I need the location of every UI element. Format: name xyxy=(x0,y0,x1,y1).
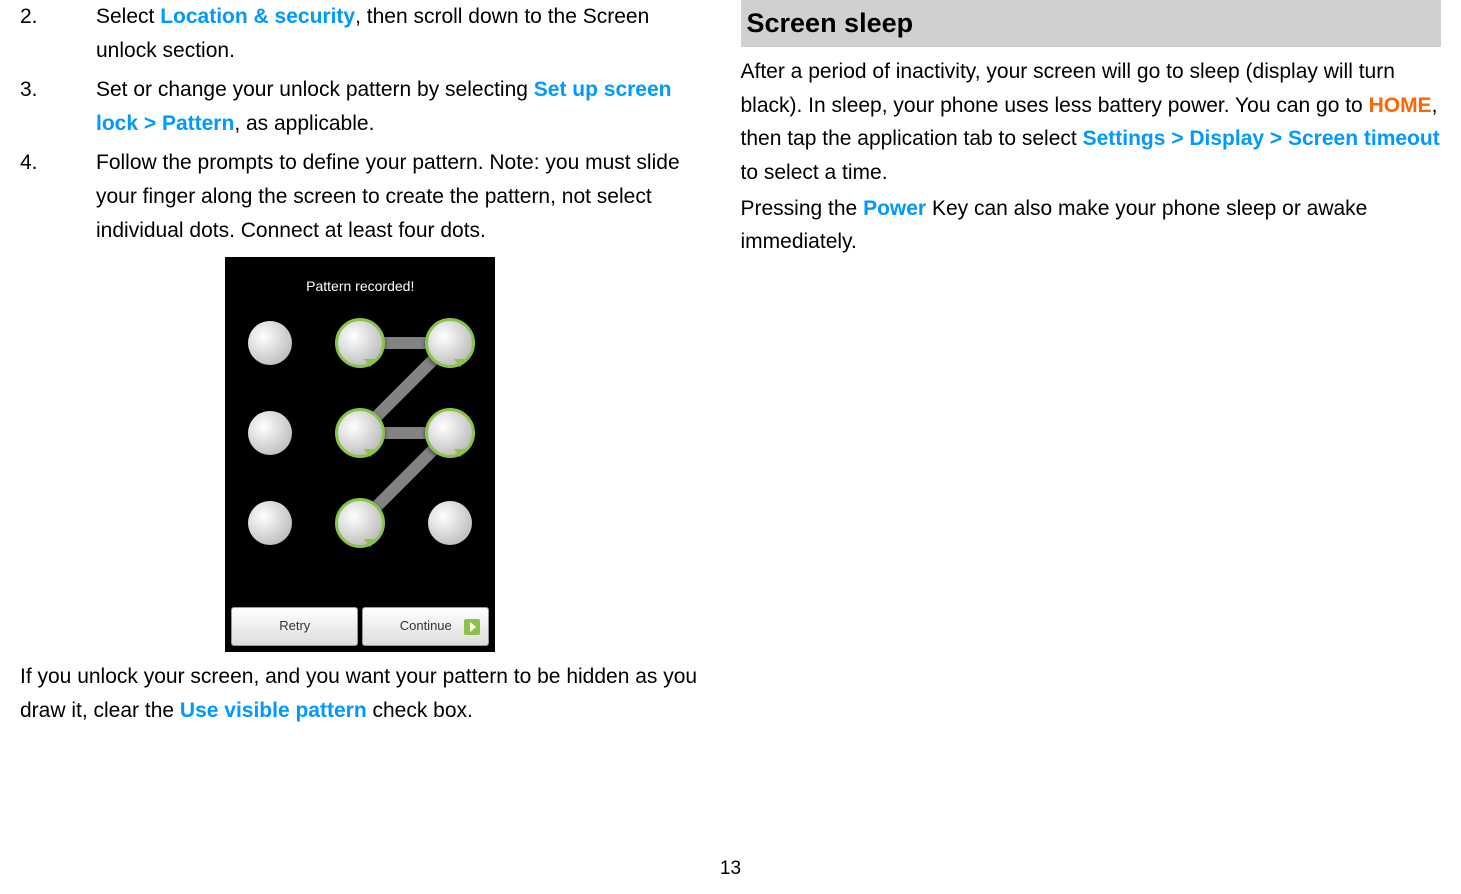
highlighted-text: Power xyxy=(863,197,926,220)
continue-button: Continue xyxy=(362,607,489,646)
page-content: 2.Select Location & security, then scrol… xyxy=(0,0,1461,727)
pattern-dot-active xyxy=(425,318,475,368)
pattern-dot-active xyxy=(425,408,475,458)
list-text: Select Location & security, then scroll … xyxy=(96,0,701,67)
list-item: 2.Select Location & security, then scrol… xyxy=(20,0,701,67)
pattern-status: Pattern recorded! xyxy=(225,257,495,297)
body-text: , as applicable. xyxy=(234,112,374,135)
screen-sleep-para1: After a period of inactivity, your scree… xyxy=(741,55,1442,189)
highlighted-text: Settings > Display > Screen timeout xyxy=(1083,127,1440,150)
numbered-list: 2.Select Location & security, then scrol… xyxy=(20,0,701,247)
screenshot-buttons: Retry Continue xyxy=(231,607,489,646)
body-text: Follow the prompts to define your patter… xyxy=(96,151,680,241)
screen-sleep-header: Screen sleep xyxy=(741,0,1442,47)
list-item: 4.Follow the prompts to define your patt… xyxy=(20,146,701,247)
body-text: Pressing the xyxy=(741,197,864,220)
list-text: Follow the prompts to define your patter… xyxy=(96,146,701,247)
retry-button: Retry xyxy=(231,607,358,646)
pattern-dots-grid xyxy=(245,318,475,548)
pattern-dot-active xyxy=(335,408,385,458)
body-text: Set or change your unlock pattern by sel… xyxy=(96,78,534,101)
body-text: After a period of inactivity, your scree… xyxy=(741,60,1395,117)
pattern-dot-active xyxy=(335,318,385,368)
list-text: Set or change your unlock pattern by sel… xyxy=(96,73,701,140)
pattern-dot xyxy=(248,321,292,365)
pattern-dot xyxy=(248,411,292,455)
list-number: 2. xyxy=(20,0,96,67)
body-text: Select xyxy=(96,5,160,28)
screen-sleep-para2: Pressing the Power Key can also make you… xyxy=(741,192,1442,259)
pattern-dot-active xyxy=(335,498,385,548)
pattern-screenshot: Pattern recorded! Retry Continue xyxy=(225,257,495,652)
highlighted-text: Location & security xyxy=(160,5,355,28)
page-number: 13 xyxy=(720,854,741,884)
highlighted-text: Use visible pattern xyxy=(180,699,367,722)
list-number: 3. xyxy=(20,73,96,140)
list-number: 4. xyxy=(20,146,96,247)
pattern-dot xyxy=(248,501,292,545)
bottom-paragraph: If you unlock your screen, and you want … xyxy=(20,660,701,727)
body-text: to select a time. xyxy=(741,161,888,184)
continue-label: Continue xyxy=(400,618,452,633)
pattern-dot xyxy=(428,501,472,545)
body-text: check box. xyxy=(367,699,473,722)
list-item: 3.Set or change your unlock pattern by s… xyxy=(20,73,701,140)
right-column: Screen sleep After a period of inactivit… xyxy=(731,0,1442,727)
left-column: 2.Select Location & security, then scrol… xyxy=(20,0,731,727)
highlighted-text: HOME xyxy=(1369,94,1432,117)
